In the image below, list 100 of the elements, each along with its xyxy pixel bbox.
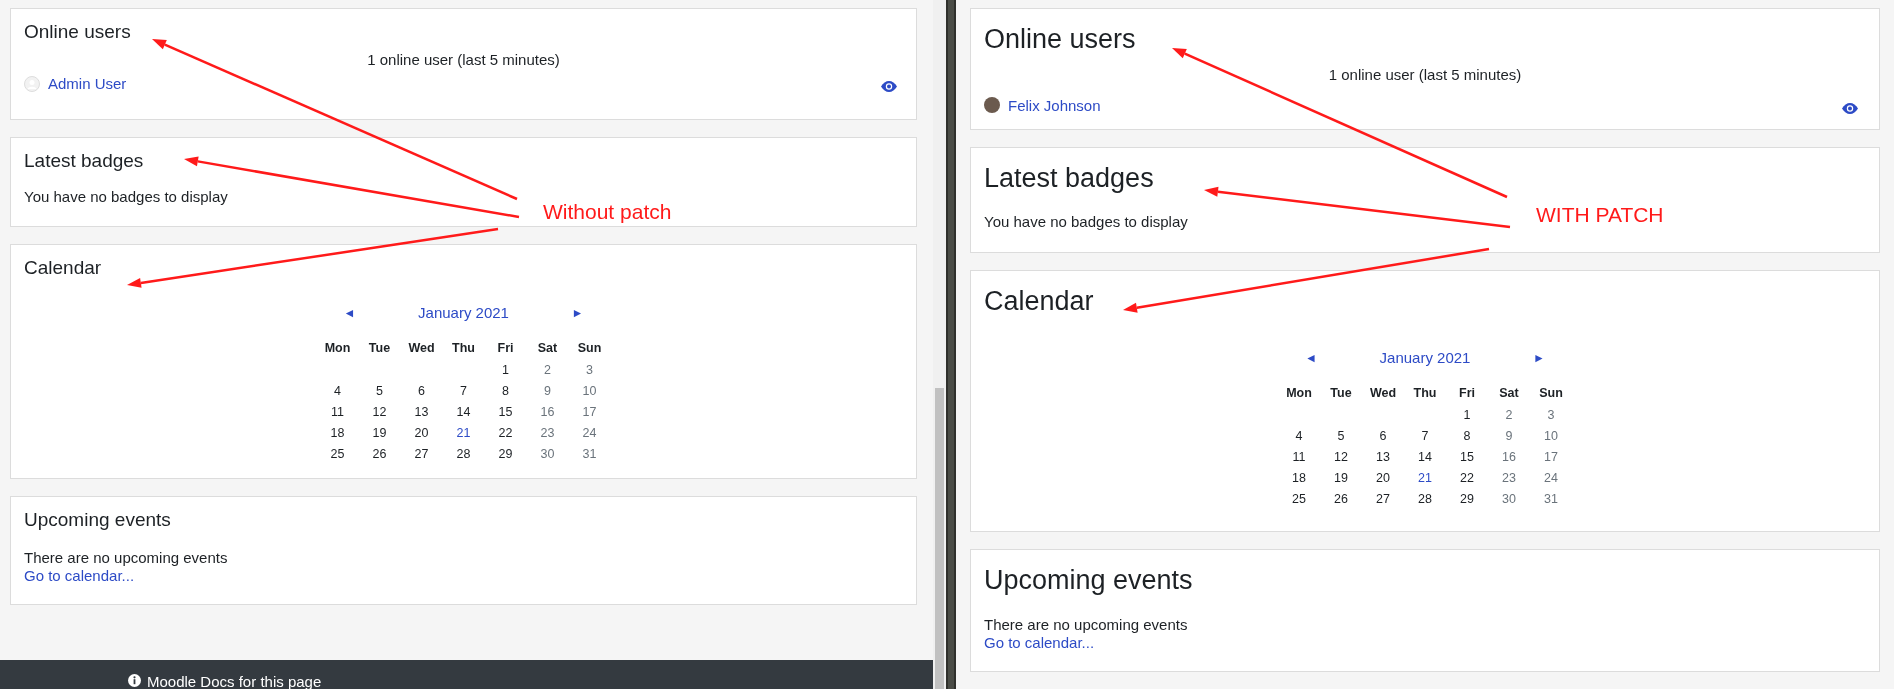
day-cell[interactable]: 8 [484,380,527,402]
eye-icon[interactable] [881,81,897,93]
weekday-header: Tue [1329,384,1353,402]
day-cell[interactable]: 29 [484,443,527,465]
day-cell[interactable]: 19 [1320,467,1362,489]
day-cell[interactable]: 29 [1446,488,1488,510]
day-cell[interactable]: 30 [526,443,569,465]
day-cell[interactable]: 19 [358,422,401,444]
day-cell[interactable]: 15 [1446,446,1488,468]
day-cell[interactable]: 1 [484,359,527,381]
weekday-header: Wed [1368,384,1398,402]
weekday-header: Sun [1538,384,1564,402]
events-message: There are no upcoming events [24,547,228,568]
day-cell[interactable]: 8 [1446,425,1488,447]
day-cell[interactable]: 18 [1278,467,1320,489]
card-title: Upcoming events [984,564,1193,597]
next-month-link[interactable]: ► [571,305,584,320]
month-link[interactable]: January 2021 [418,304,509,322]
day-cell[interactable]: 7 [442,380,485,402]
day-cell[interactable]: 23 [1488,467,1530,489]
day-cell[interactable]: 9 [526,380,569,402]
day-cell[interactable]: 26 [1320,488,1362,510]
day-cell[interactable]: 5 [358,380,401,402]
day-cell[interactable]: 11 [316,401,359,423]
day-cell[interactable]: 27 [400,443,443,465]
card-title: Latest badges [984,162,1154,195]
day-cell[interactable]: 3 [1530,404,1572,426]
day-cell[interactable]: 24 [568,422,611,444]
day-cell[interactable]: 3 [568,359,611,381]
day-cell[interactable]: 12 [358,401,401,423]
online-summary: 1 online user (last 5 minutes) [366,49,561,70]
user-link[interactable]: Felix Johnson [1008,96,1101,114]
online-summary: 1 online user (last 5 minutes) [1327,65,1523,85]
day-cell[interactable]: 23 [526,422,569,444]
day-cell[interactable]: 25 [1278,488,1320,510]
month-link[interactable]: January 2021 [1379,349,1471,367]
scrollbar-thumb[interactable] [935,388,944,689]
weekday-header: Thu [451,339,476,357]
calendar-link[interactable]: Go to calendar... [984,634,1095,652]
card-title: Online users [24,21,131,44]
day-cell[interactable]: 20 [400,422,443,444]
weekday-header: Tue [367,339,392,357]
card-title: Calendar [24,257,102,281]
badges-message: You have no badges to display [984,212,1188,232]
day-cell[interactable]: 2 [1488,404,1530,426]
calendar-link[interactable]: Go to calendar... [24,567,135,585]
badges-message: You have no badges to display [24,186,228,207]
day-cell[interactable]: 17 [1530,446,1572,468]
day-cell[interactable]: 16 [1488,446,1530,468]
avatar-icon [984,97,1000,114]
day-cell[interactable]: 31 [1530,488,1572,510]
weekday-header: Wed [407,339,436,357]
day-cell[interactable]: 12 [1320,446,1362,468]
annotation-label: WITH PATCH [1536,203,1664,227]
day-cell[interactable]: 14 [1404,446,1446,468]
day-cell[interactable]: 4 [1278,425,1320,447]
card-title: Upcoming events [24,509,171,532]
day-cell[interactable]: 10 [568,380,611,402]
day-cell[interactable]: 1 [1446,404,1488,426]
weekday-header: Mon [1285,384,1313,402]
day-cell[interactable]: 25 [316,443,359,465]
day-cell[interactable]: 14 [442,401,485,423]
previous-month-link[interactable]: ◄ [343,305,356,320]
day-cell[interactable]: 27 [1362,488,1404,510]
day-cell[interactable]: 13 [1362,446,1404,468]
day-cell[interactable]: 15 [484,401,527,423]
day-cell[interactable]: 18 [316,422,359,444]
day-cell[interactable]: 31 [568,443,611,465]
day-cell[interactable]: 22 [484,422,527,444]
day-cell[interactable]: 5 [1320,425,1362,447]
card-title: Calendar [984,284,1094,318]
day-cell[interactable]: 17 [568,401,611,423]
weekday-header: Sat [1498,384,1520,402]
weekday-header: Sun [576,339,603,357]
day-cell[interactable]: 4 [316,380,359,402]
day-cell[interactable]: 11 [1278,446,1320,468]
day-cell[interactable]: 26 [358,443,401,465]
day-cell[interactable]: 7 [1404,425,1446,447]
next-month-link[interactable]: ► [1533,350,1545,365]
day-cell[interactable]: 2 [526,359,569,381]
day-cell[interactable]: 9 [1488,425,1530,447]
day-cell[interactable]: 20 [1362,467,1404,489]
day-cell[interactable]: 30 [1488,488,1530,510]
day-cell[interactable]: 10 [1530,425,1572,447]
day-cell[interactable]: 24 [1530,467,1572,489]
weekday-header: Fri [496,339,515,357]
day-cell[interactable]: 21 [1404,467,1446,489]
weekday-header: Sat [536,339,559,357]
eye-icon[interactable] [1842,102,1858,114]
user-link[interactable]: Admin User [48,75,127,93]
day-cell[interactable]: 16 [526,401,569,423]
day-cell[interactable]: 13 [400,401,443,423]
day-cell[interactable]: 6 [400,380,443,402]
day-cell[interactable]: 28 [1404,488,1446,510]
day-cell[interactable]: 28 [442,443,485,465]
weekday-header: Thu [1412,384,1438,402]
day-cell[interactable]: 21 [442,422,485,444]
day-cell[interactable]: 6 [1362,425,1404,447]
day-cell[interactable]: 22 [1446,467,1488,489]
previous-month-link[interactable]: ◄ [1305,350,1317,365]
